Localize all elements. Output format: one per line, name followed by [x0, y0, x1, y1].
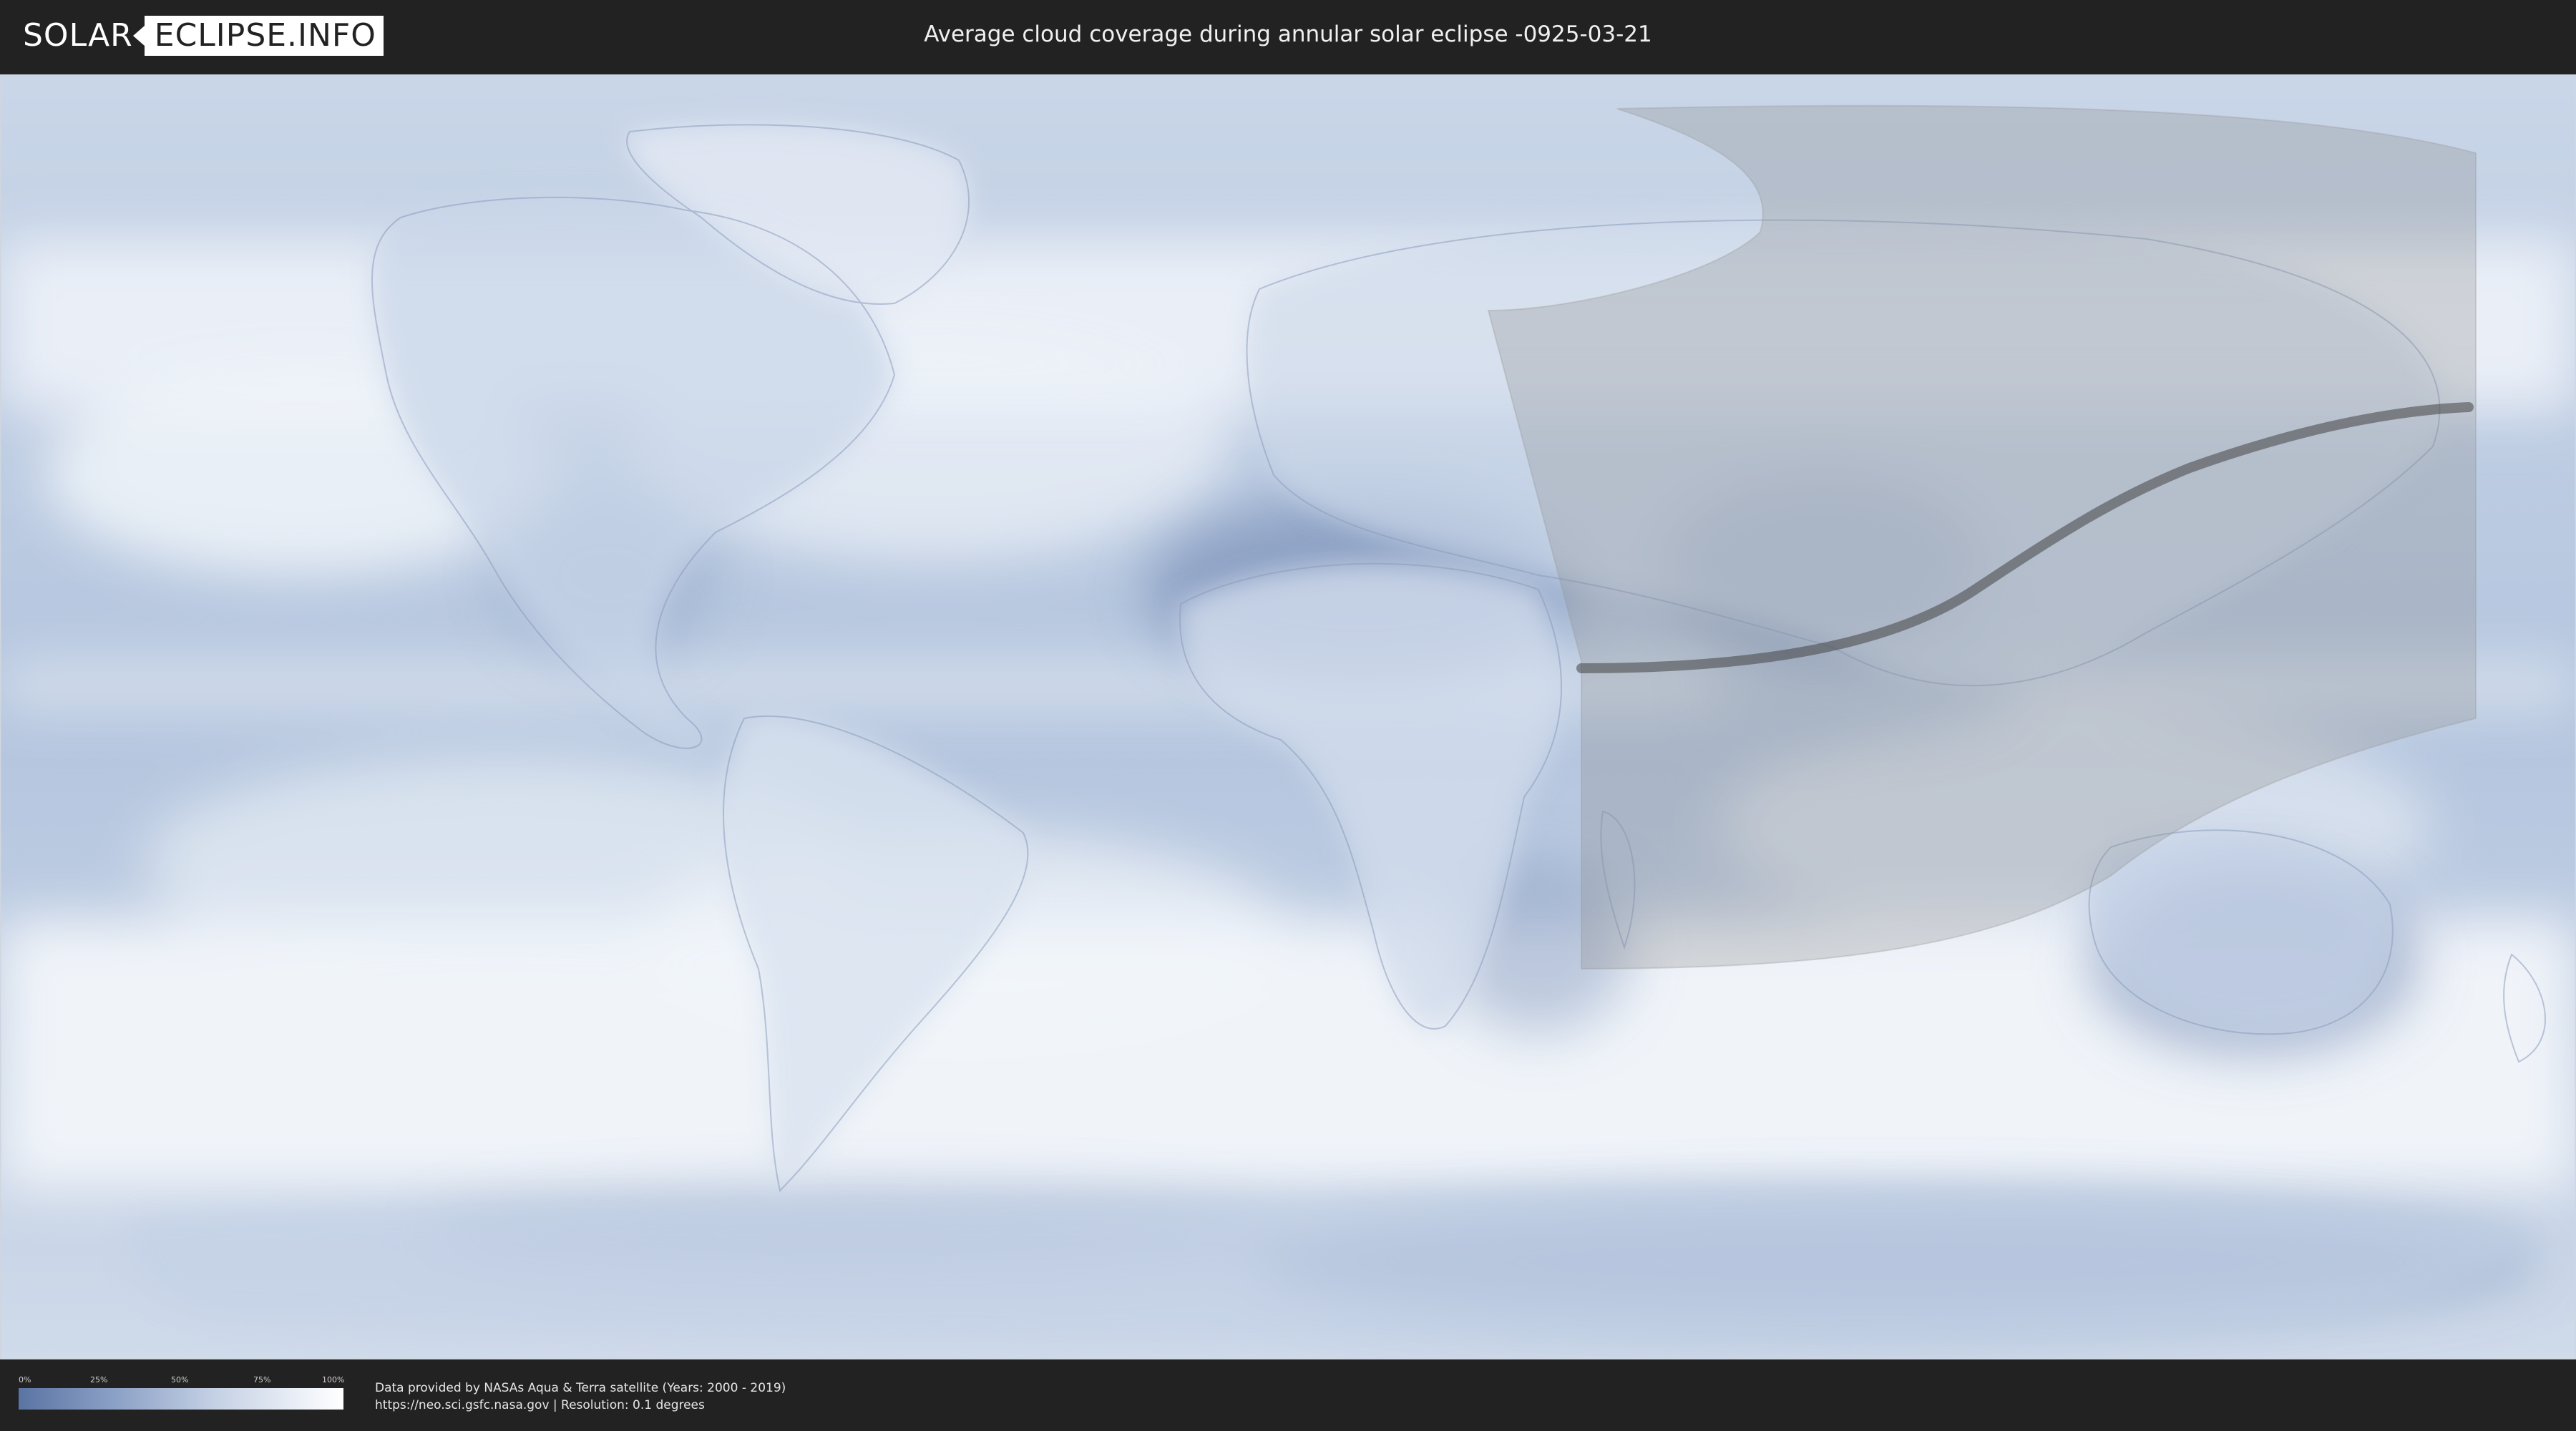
legend-tick-25: 25%: [90, 1375, 108, 1384]
legend-tick-0: 0%: [19, 1375, 31, 1384]
credits-source: Data provided by NASAs Aqua & Terra sate…: [375, 1381, 786, 1395]
data-credits: Data provided by NASAs Aqua & Terra sate…: [375, 1379, 786, 1414]
world-map-svg: [0, 74, 2576, 1359]
top-bar: SOLAR ECLIPSE.INFO Average cloud coverag…: [0, 0, 2576, 72]
page-title: Average cloud coverage during annular so…: [924, 21, 1652, 47]
legend-tick-50: 50%: [171, 1375, 189, 1384]
credits-link[interactable]: https://neo.sci.gsfc.nasa.gov | Resoluti…: [375, 1397, 786, 1414]
legend-tick-75: 75%: [253, 1375, 271, 1384]
legend-tick-100: 100%: [322, 1375, 345, 1384]
cloud-coverage-map[interactable]: [0, 74, 2576, 1359]
legend-color-bar: [19, 1388, 343, 1410]
footer: 0% 25% 50% 75% 100% Data provided by NAS…: [0, 1359, 2576, 1431]
